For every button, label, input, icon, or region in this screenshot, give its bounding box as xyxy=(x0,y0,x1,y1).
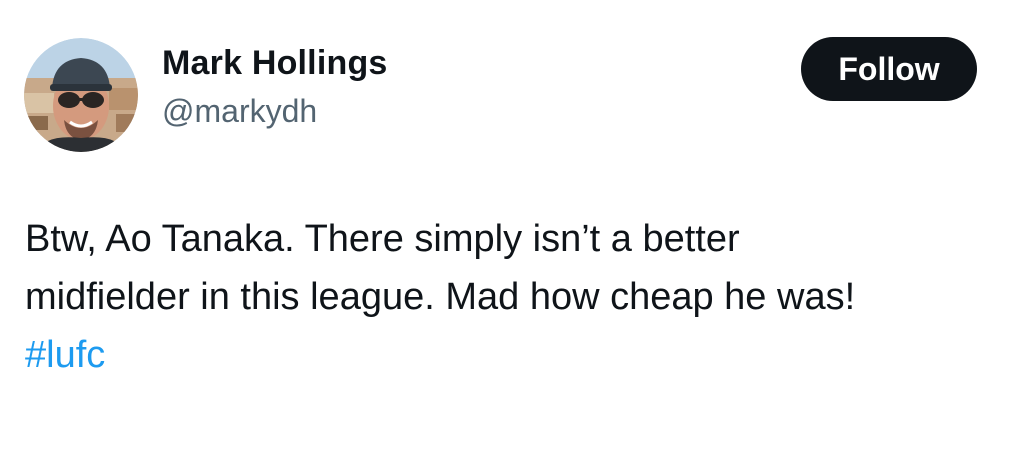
tweet-text-line: midfielder in this league. Mad how cheap… xyxy=(25,276,856,318)
author-handle[interactable]: @markydh xyxy=(162,93,317,130)
author-display-name[interactable]: Mark Hollings xyxy=(162,44,388,83)
tweet-card: Mark Hollings @markydh Follow Btw, Ao Ta… xyxy=(0,0,1024,459)
hashtag-link[interactable]: #lufc xyxy=(25,326,1000,384)
profile-photo-icon xyxy=(24,38,138,152)
tweet-body: Btw, Ao Tanaka. There simply isn’t a bet… xyxy=(25,210,1000,384)
avatar[interactable] xyxy=(24,38,138,152)
tweet-text-line: Btw, Ao Tanaka. There simply isn’t a bet… xyxy=(25,218,740,260)
follow-button[interactable]: Follow xyxy=(801,37,977,101)
